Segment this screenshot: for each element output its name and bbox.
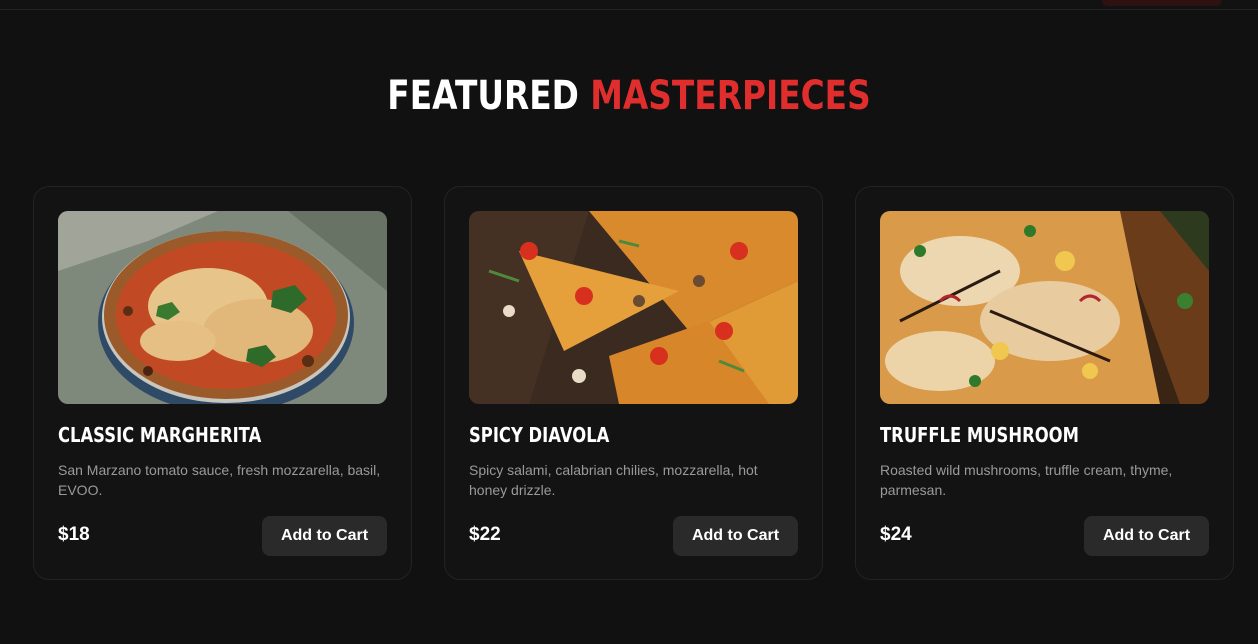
product-description: Spicy salami, calabrian chilies, mozzare… [469,462,758,498]
top-nav-bar [0,0,1258,10]
product-name: TRUFFLE MUSHROOM [880,423,1079,447]
section-title: FEATURED MASTERPIECES [113,70,1145,122]
product-card-diavola: SPICY DIAVOLA Spicy salami, calabrian ch… [444,186,823,580]
add-to-cart-button[interactable]: Add to Cart [1084,516,1209,556]
section-title-main: FEATURED [387,73,579,119]
truffle-mushroom-pizza-image [880,211,1209,404]
margherita-pizza-image [58,211,387,404]
product-price: $24 [880,524,912,545]
add-to-cart-button[interactable]: Add to Cart [673,516,798,556]
product-name: CLASSIC MARGHERITA [58,423,262,447]
diavola-pizza-image [469,211,798,404]
product-name: SPICY DIAVOLA [469,423,610,447]
product-card-truffle: TRUFFLE MUSHROOM Roasted wild mushrooms,… [855,186,1234,580]
section-title-accent: MASTERPIECES [590,73,871,119]
product-card-margherita: CLASSIC MARGHERITA San Marzano tomato sa… [33,186,412,580]
product-price: $18 [58,524,90,545]
nav-cta-button-edge[interactable] [1102,0,1222,6]
add-to-cart-button[interactable]: Add to Cart [262,516,387,556]
product-description: San Marzano tomato sauce, fresh mozzarel… [58,462,381,498]
product-price: $22 [469,524,501,545]
product-description: Roasted wild mushrooms, truffle cream, t… [880,462,1173,498]
